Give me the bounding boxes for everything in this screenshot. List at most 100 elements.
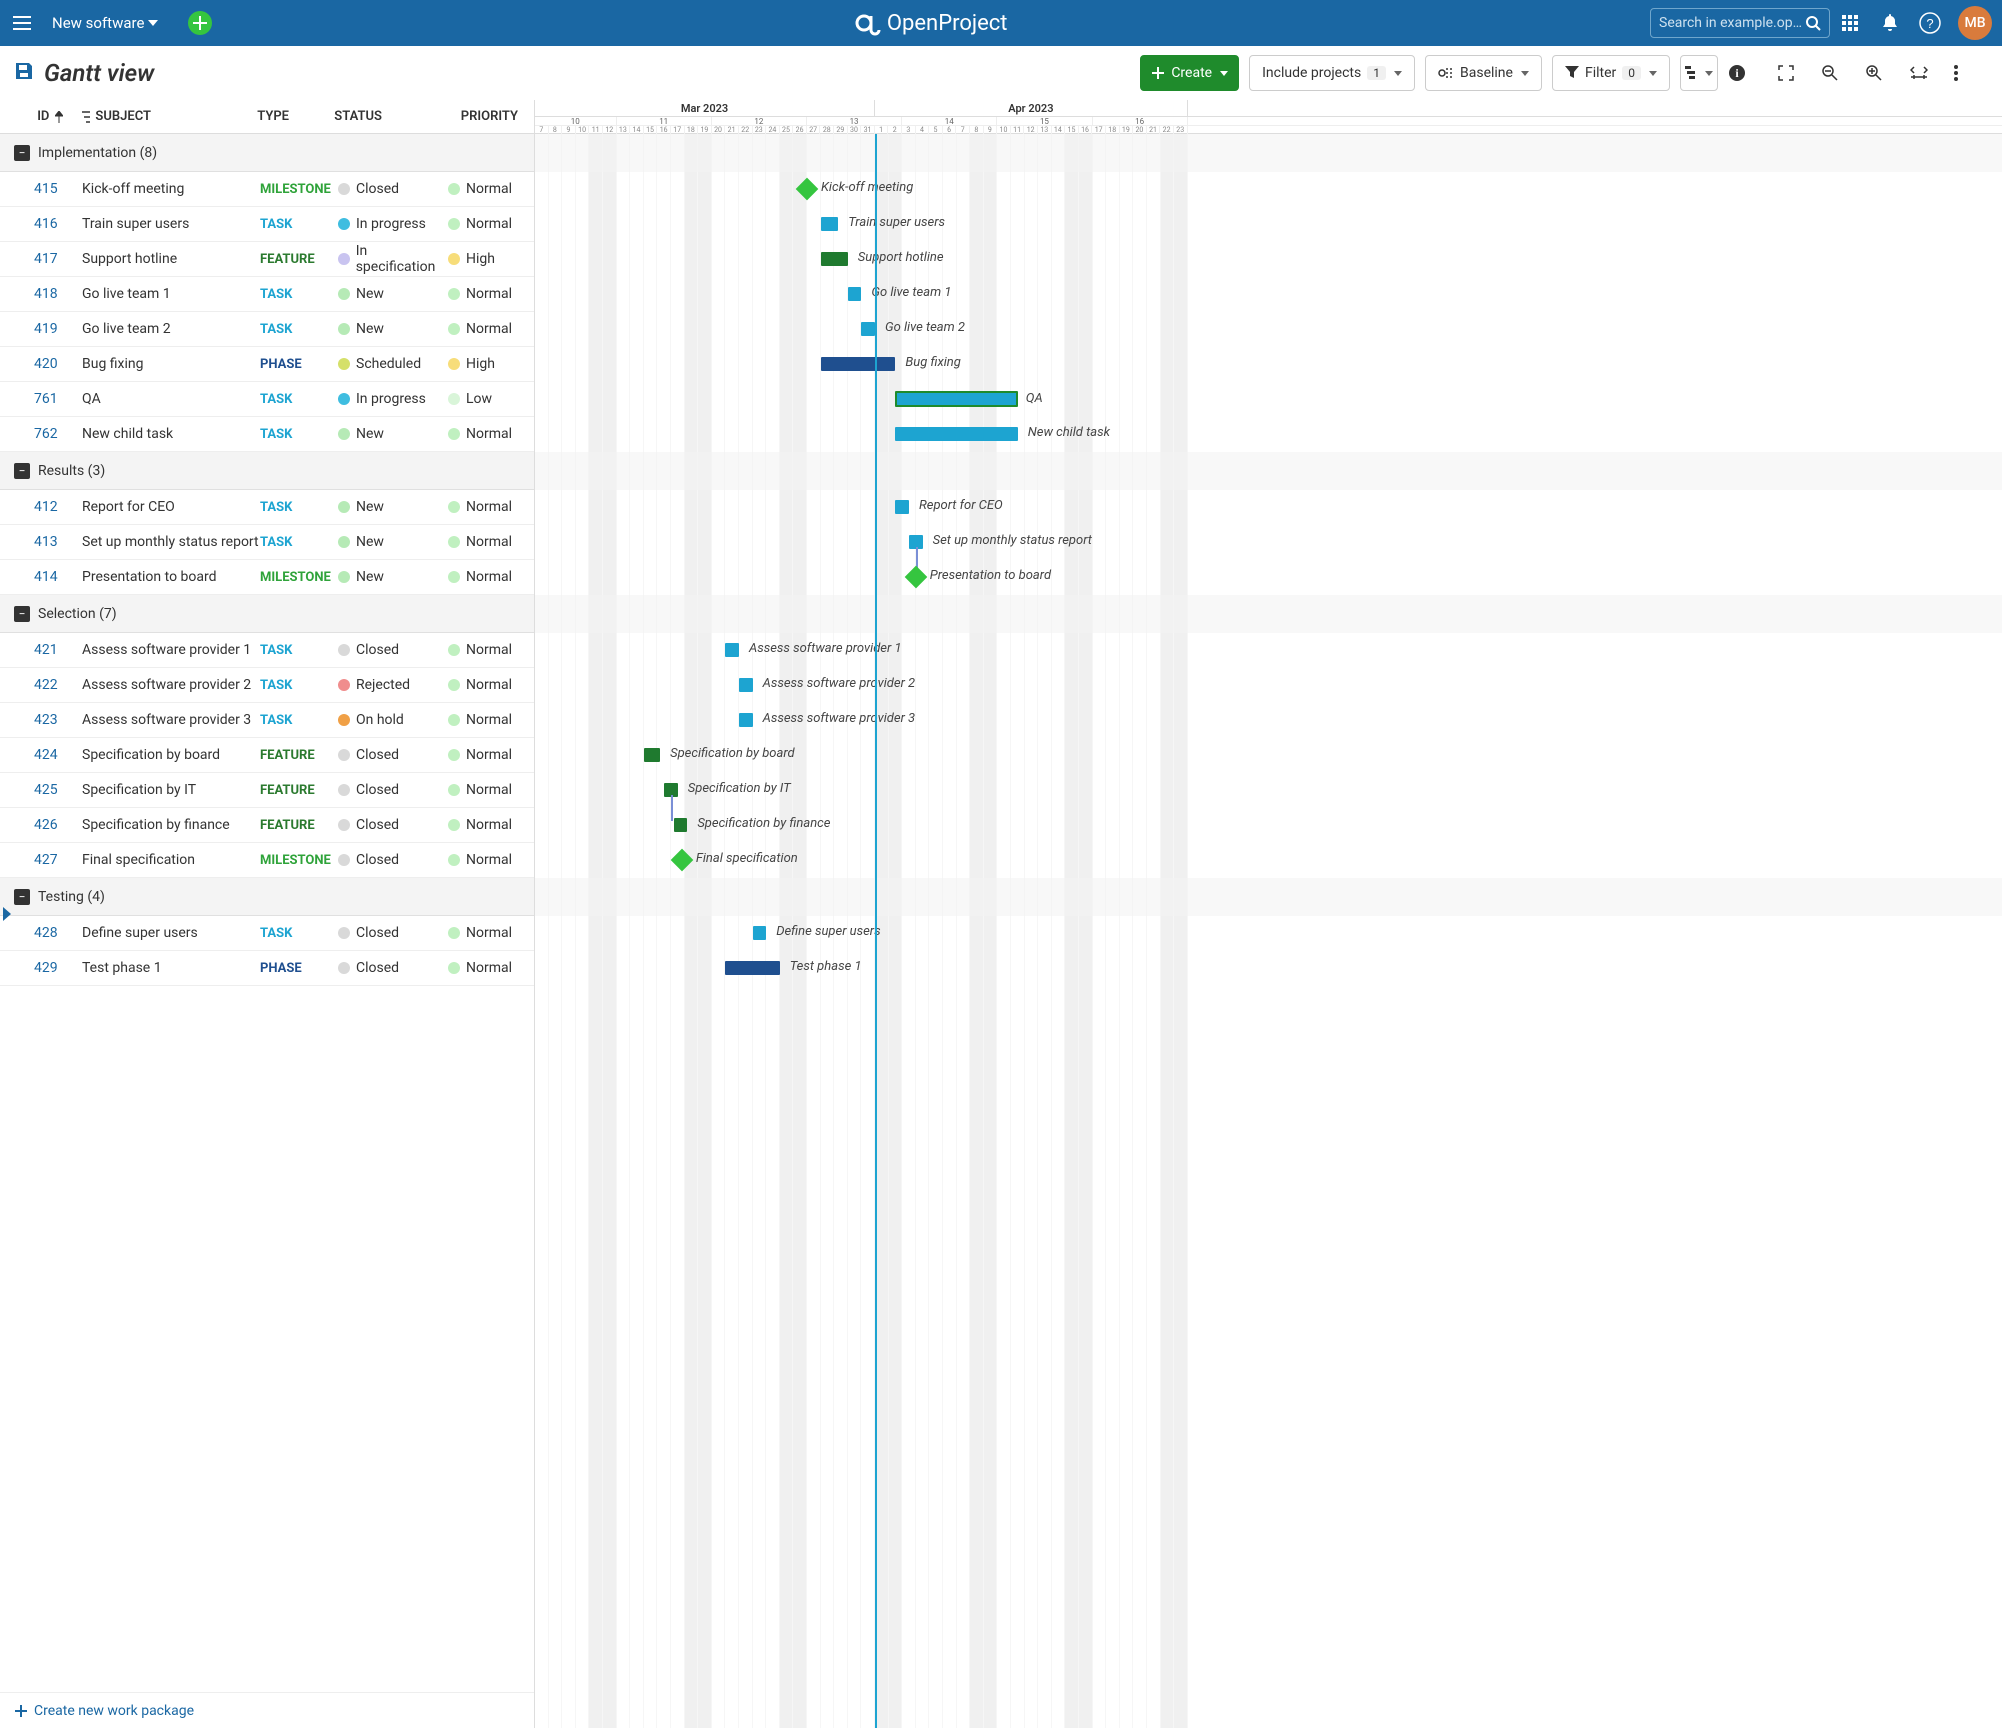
wp-subject[interactable]: Go live team 2 bbox=[82, 321, 260, 337]
wp-subject[interactable]: Assess software provider 3 bbox=[82, 712, 260, 728]
gantt-milestone[interactable] bbox=[904, 566, 927, 589]
wp-subject[interactable]: Assess software provider 2 bbox=[82, 677, 260, 693]
global-add-button[interactable] bbox=[188, 11, 212, 35]
wp-subject[interactable]: Report for CEO bbox=[82, 499, 260, 515]
wp-subject[interactable]: Assess software provider 1 bbox=[82, 642, 260, 658]
group-row[interactable]: −Selection (7) bbox=[0, 595, 534, 633]
gantt-bar[interactable]: Specification by board bbox=[644, 748, 660, 762]
wp-id-link[interactable]: 423 bbox=[0, 712, 82, 728]
gantt-bar[interactable]: Train super users bbox=[821, 217, 839, 231]
table-row[interactable]: 762 New child task TASK New Normal bbox=[0, 417, 534, 452]
baseline-button[interactable]: Baseline bbox=[1425, 55, 1542, 91]
view-mode-button[interactable] bbox=[1680, 55, 1718, 91]
gantt-milestone[interactable] bbox=[671, 849, 694, 872]
zoom-in-button[interactable] bbox=[1866, 55, 1900, 91]
table-row[interactable]: 417 Support hotline FEATURE In specifica… bbox=[0, 242, 534, 277]
table-row[interactable]: 413 Set up monthly status report TASK Ne… bbox=[0, 525, 534, 560]
wp-subject[interactable]: Define super users bbox=[82, 925, 260, 941]
global-search[interactable]: Search in example.ope... bbox=[1650, 8, 1830, 38]
wp-id-link[interactable]: 420 bbox=[0, 356, 82, 372]
col-header-id[interactable]: ID bbox=[0, 109, 81, 124]
app-logo[interactable]: OpenProject bbox=[855, 10, 1008, 36]
table-row[interactable]: 412 Report for CEO TASK New Normal bbox=[0, 490, 534, 525]
gantt-row[interactable]: New child task bbox=[535, 417, 2002, 452]
gantt-row[interactable]: Train super users bbox=[535, 207, 2002, 242]
gantt-row[interactable]: Specification by board bbox=[535, 738, 2002, 773]
table-row[interactable]: 421 Assess software provider 1 TASK Clos… bbox=[0, 633, 534, 668]
zoom-fit-button[interactable] bbox=[1910, 55, 1944, 91]
main-menu-toggle[interactable] bbox=[10, 16, 34, 30]
gantt-milestone[interactable] bbox=[796, 178, 819, 201]
info-button[interactable]: i bbox=[1728, 55, 1762, 91]
gantt-row[interactable]: Bug fixing bbox=[535, 347, 2002, 382]
gantt-bar[interactable]: Assess software provider 1 bbox=[725, 643, 739, 657]
gantt-bar[interactable]: Specification by finance bbox=[674, 818, 688, 832]
table-row[interactable]: 426 Specification by finance FEATURE Clo… bbox=[0, 808, 534, 843]
table-row[interactable]: 422 Assess software provider 2 TASK Reje… bbox=[0, 668, 534, 703]
gantt-row[interactable]: Define super users bbox=[535, 916, 2002, 951]
wp-subject[interactable]: Set up monthly status report bbox=[82, 534, 260, 550]
group-row[interactable]: −Testing (4) bbox=[0, 878, 534, 916]
gantt-row[interactable]: Report for CEO bbox=[535, 490, 2002, 525]
gantt-bar[interactable]: New child task bbox=[895, 427, 1017, 441]
wp-id-link[interactable]: 762 bbox=[0, 426, 82, 442]
wp-subject[interactable]: Test phase 1 bbox=[82, 960, 260, 976]
gantt-bar[interactable]: Assess software provider 3 bbox=[739, 713, 753, 727]
wp-subject[interactable]: Final specification bbox=[82, 852, 260, 868]
wp-subject[interactable]: Support hotline bbox=[82, 251, 260, 267]
table-row[interactable]: 414 Presentation to board MILESTONE New … bbox=[0, 560, 534, 595]
wp-id-link[interactable]: 422 bbox=[0, 677, 82, 693]
gantt-bar[interactable]: Test phase 1 bbox=[725, 961, 779, 975]
gantt-row[interactable]: Go live team 2 bbox=[535, 312, 2002, 347]
gantt-row[interactable]: Specification by finance bbox=[535, 808, 2002, 843]
wp-id-link[interactable]: 413 bbox=[0, 534, 82, 550]
gantt-row[interactable]: Assess software provider 2 bbox=[535, 668, 2002, 703]
col-header-type[interactable]: TYPE bbox=[257, 109, 334, 124]
table-row[interactable]: 425 Specification by IT FEATURE Closed N… bbox=[0, 773, 534, 808]
create-button[interactable]: Create bbox=[1140, 55, 1239, 91]
help-button[interactable]: ? bbox=[1910, 12, 1950, 34]
include-projects-button[interactable]: Include projects 1 bbox=[1249, 55, 1415, 91]
table-row[interactable]: 423 Assess software provider 3 TASK On h… bbox=[0, 703, 534, 738]
zoom-out-button[interactable] bbox=[1822, 55, 1856, 91]
gantt-row[interactable]: Kick-off meeting bbox=[535, 172, 2002, 207]
col-header-status[interactable]: STATUS bbox=[334, 109, 443, 124]
save-view-icon[interactable] bbox=[14, 61, 34, 85]
create-work-package-link[interactable]: Create new work package bbox=[0, 1692, 534, 1728]
gantt-row[interactable]: Presentation to board bbox=[535, 560, 2002, 595]
wp-id-link[interactable]: 424 bbox=[0, 747, 82, 763]
wp-subject[interactable]: Presentation to board bbox=[82, 569, 260, 585]
table-row[interactable]: 420 Bug fixing PHASE Scheduled High bbox=[0, 347, 534, 382]
table-row[interactable]: 418 Go live team 1 TASK New Normal bbox=[0, 277, 534, 312]
gantt-bar[interactable]: Report for CEO bbox=[895, 500, 909, 514]
wp-subject[interactable]: Specification by finance bbox=[82, 817, 260, 833]
wp-id-link[interactable]: 412 bbox=[0, 499, 82, 515]
gantt-row[interactable]: Support hotline bbox=[535, 242, 2002, 277]
more-menu-button[interactable] bbox=[1954, 55, 1988, 91]
wp-subject[interactable]: Specification by IT bbox=[82, 782, 260, 798]
wp-subject[interactable]: Kick-off meeting bbox=[82, 181, 260, 197]
table-row[interactable]: 424 Specification by board FEATURE Close… bbox=[0, 738, 534, 773]
gantt-row[interactable]: Final specification bbox=[535, 843, 2002, 878]
group-row[interactable]: −Implementation (8) bbox=[0, 134, 534, 172]
wp-subject[interactable]: Train super users bbox=[82, 216, 260, 232]
gantt-bar[interactable]: Go live team 1 bbox=[848, 287, 862, 301]
fullscreen-button[interactable] bbox=[1778, 55, 1812, 91]
table-row[interactable]: 419 Go live team 2 TASK New Normal bbox=[0, 312, 534, 347]
wp-id-link[interactable]: 415 bbox=[0, 181, 82, 197]
gantt-bar[interactable]: Assess software provider 2 bbox=[739, 678, 753, 692]
table-row[interactable]: 416 Train super users TASK In progress N… bbox=[0, 207, 534, 242]
wp-id-link[interactable]: 421 bbox=[0, 642, 82, 658]
gantt-row[interactable]: Assess software provider 3 bbox=[535, 703, 2002, 738]
wp-subject[interactable]: Specification by board bbox=[82, 747, 260, 763]
wp-id-link[interactable]: 417 bbox=[0, 251, 82, 267]
sidebar-expand-handle[interactable] bbox=[0, 894, 14, 934]
gantt-row[interactable]: Set up monthly status report bbox=[535, 525, 2002, 560]
group-row[interactable]: −Results (3) bbox=[0, 452, 534, 490]
wp-id-link[interactable]: 416 bbox=[0, 216, 82, 232]
gantt-row[interactable]: QA bbox=[535, 382, 2002, 417]
wp-subject[interactable]: New child task bbox=[82, 426, 260, 442]
col-header-priority[interactable]: PRIORITY bbox=[443, 109, 528, 124]
gantt-body[interactable]: Kick-off meeting Train super users Support… bbox=[535, 134, 2002, 1728]
wp-id-link[interactable]: 761 bbox=[0, 391, 82, 407]
